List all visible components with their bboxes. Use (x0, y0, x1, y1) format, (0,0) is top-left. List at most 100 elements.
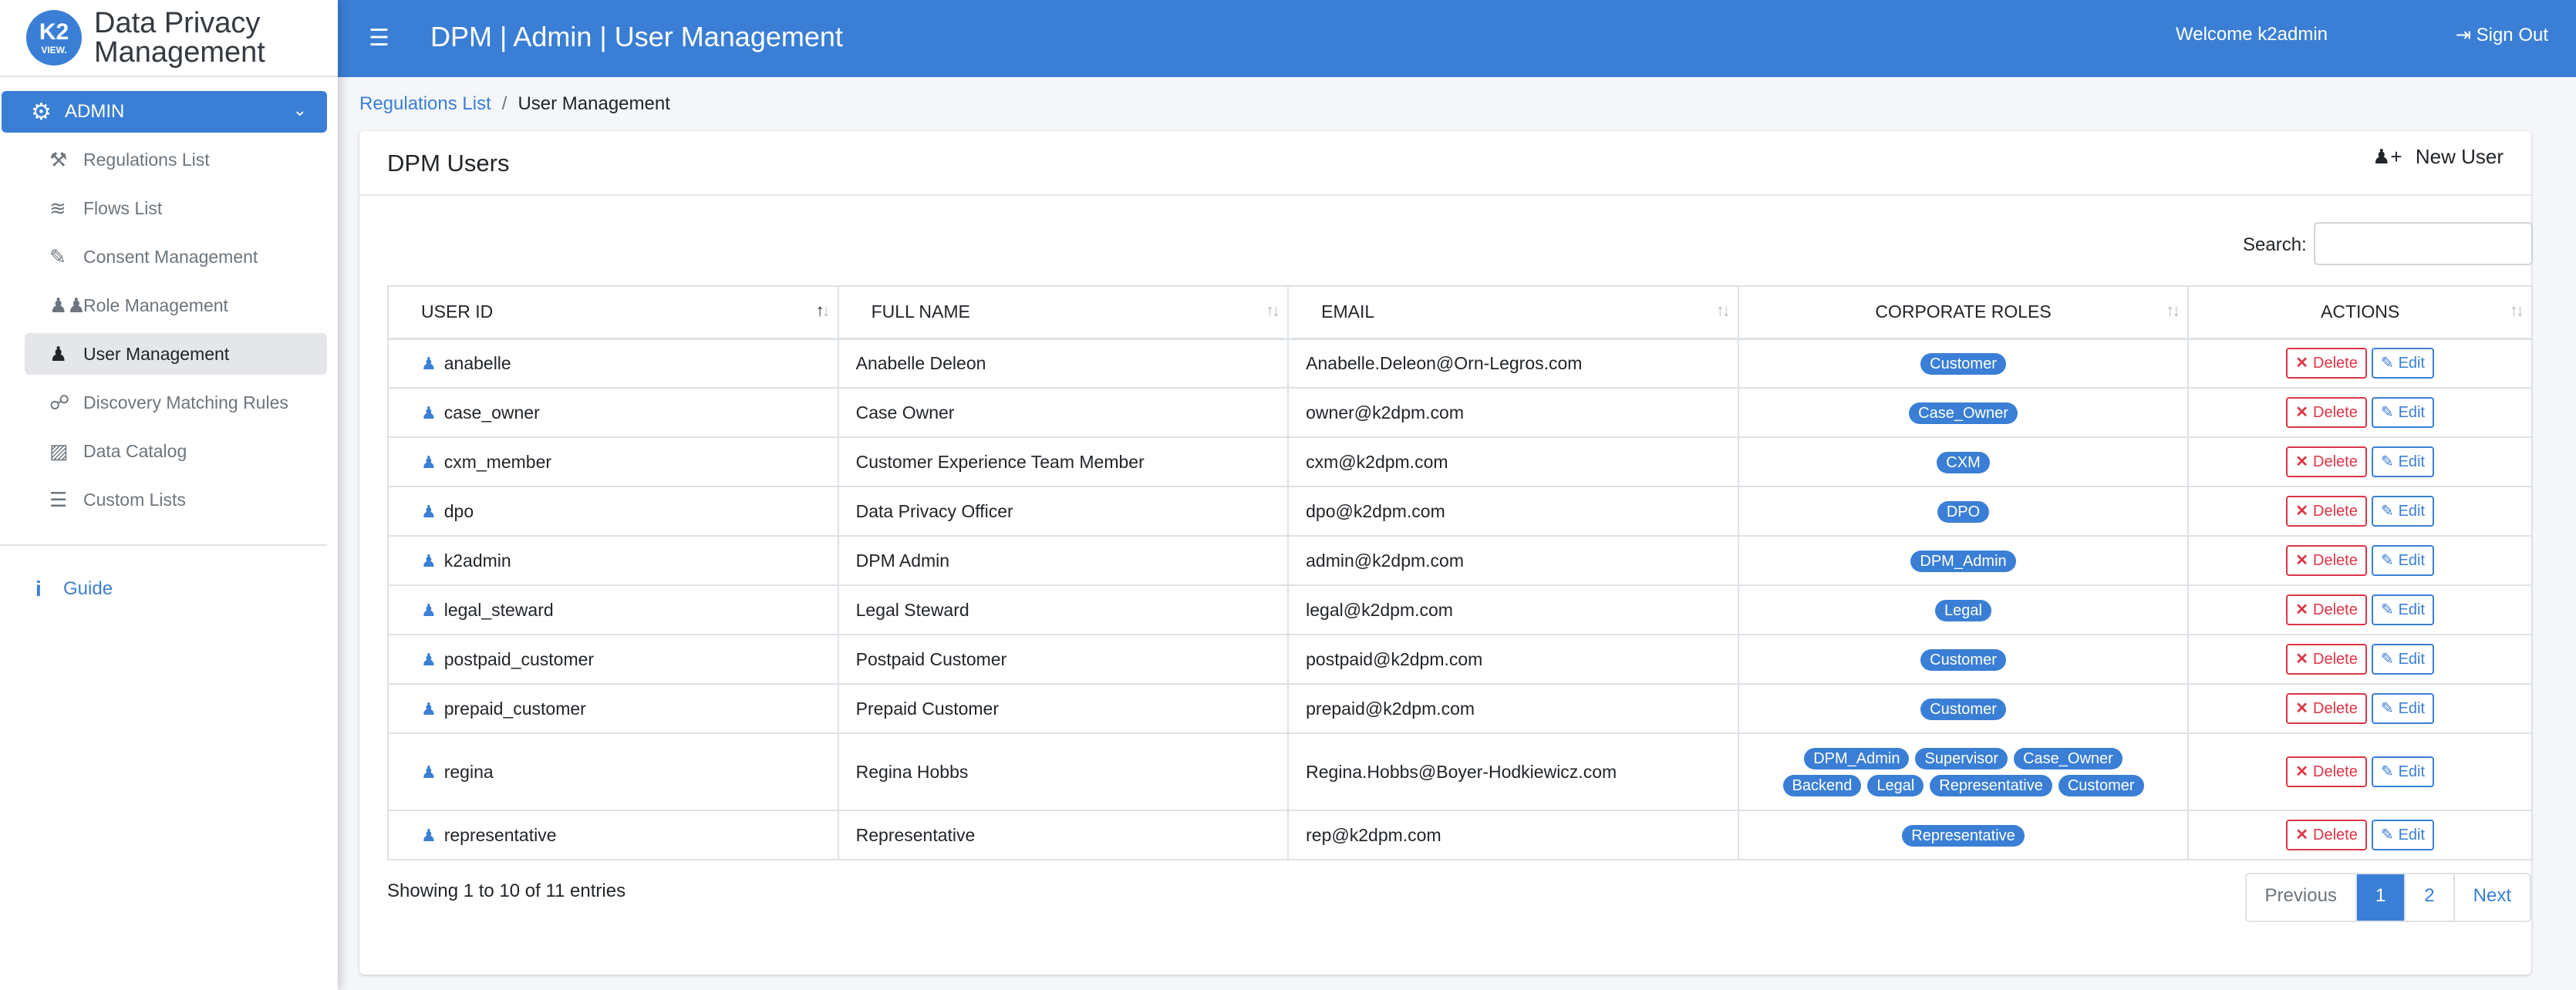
sidebar-item-data-catalog[interactable]: ▨ Data Catalog (25, 430, 327, 472)
role-badge: DPM_Admin (1804, 748, 1910, 769)
column-header-email[interactable]: EMAIL ↑↓ (1287, 285, 1739, 340)
admin-section-toggle[interactable]: ⚙ ADMIN ⌄ (2, 91, 327, 133)
delete-user-button[interactable]: ✕ Delete (2286, 446, 2367, 477)
role-badge: DPM_Admin (1910, 550, 2016, 572)
user-plus-icon: ♟+ (2372, 145, 2402, 168)
edit-icon: ✎ (2380, 404, 2394, 421)
sidebar-item-label: Data Catalog (83, 440, 187, 461)
brand-name: Data Privacy Management (94, 8, 265, 67)
edit-user-button[interactable]: ✎ Edit (2371, 496, 2435, 527)
binoculars-icon: ☍ (49, 390, 70, 414)
delete-user-button[interactable]: ✕ Delete (2286, 348, 2367, 379)
delete-user-button[interactable]: ✕ Delete (2286, 594, 2367, 625)
edit-label: Edit (2398, 601, 2426, 618)
role-badge: Customer (1920, 698, 2006, 720)
guide-link[interactable]: i Guide (35, 577, 113, 601)
table-row: ♟ cxm_member Customer Experience Team Memb… (387, 436, 2533, 487)
edit-user-button[interactable]: ✎ Edit (2371, 545, 2435, 576)
sort-icon: ↑↓ (2166, 301, 2180, 320)
edit-user-button[interactable]: ✎ Edit (2371, 820, 2435, 850)
users-table-body: ♟ anabelle Anabelle Deleon Anabelle.Deleon@… (387, 338, 2533, 860)
sidebar-item-custom-lists[interactable]: ☰ Custom Lists (25, 479, 327, 520)
edit-user-button[interactable]: ✎ Edit (2371, 446, 2435, 477)
role-badge: Customer (1920, 352, 2006, 375)
sidebar-item-discovery-matching-rules[interactable]: ☍ Discovery Matching Rules (25, 382, 327, 423)
pagination-page-1[interactable]: 1 (2355, 874, 2405, 921)
sign-out-label: Sign Out (2476, 25, 2548, 45)
cell-email: dpo@k2dpm.com (1287, 486, 1739, 537)
edit-user-button[interactable]: ✎ Edit (2371, 693, 2435, 724)
cell-full-name: Legal Steward (837, 584, 1290, 635)
breadcrumb-regulations-list[interactable]: Regulations List (359, 93, 491, 114)
column-header-corporate-roles[interactable]: CORPORATE ROLES ↑↓ (1737, 285, 2190, 340)
user-id-text: representative (443, 824, 557, 845)
edit-icon: ✎ (2380, 453, 2394, 470)
sign-out-link[interactable]: ⇥ Sign Out (2456, 24, 2548, 46)
delete-label: Delete (2313, 503, 2358, 520)
sort-icon: ↑↓ (1715, 301, 1731, 320)
delete-user-button[interactable]: ✕ Delete (2286, 496, 2367, 527)
search-input[interactable] (2314, 222, 2533, 265)
edit-user-button[interactable]: ✎ Edit (2371, 756, 2435, 787)
edit-icon: ✎ (2380, 552, 2394, 569)
sidebar-item-label: User Management (83, 343, 230, 364)
sidebar-item-flows-list[interactable]: ≋ Flows List (25, 187, 327, 229)
delete-user-button[interactable]: ✕ Delete (2286, 756, 2367, 787)
edit-user-button[interactable]: ✎ Edit (2371, 348, 2435, 379)
user-id-text: case_owner (443, 402, 540, 423)
users-table: USER ID ↑↓ FULL NAME ↑↓ EMAIL ↑↓ CORPORA… (387, 285, 2533, 860)
pagination-next[interactable]: Next (2453, 874, 2530, 921)
delete-user-button[interactable]: ✕ Delete (2286, 644, 2367, 675)
sidebar-item-regulations-list[interactable]: ⚒ Regulations List (25, 139, 327, 180)
sidebar-item-label: Discovery Matching Rules (83, 392, 288, 412)
edit-label: Edit (2398, 827, 2426, 844)
column-header-full-name[interactable]: FULL NAME ↑↓ (837, 285, 1290, 340)
delete-user-button[interactable]: ✕ Delete (2286, 397, 2367, 428)
cell-email: owner@k2dpm.com (1287, 387, 1739, 438)
logo-main-text: K2 (39, 19, 69, 45)
cell-user-id: ♟ postpaid_customer (387, 634, 839, 685)
sitemap-icon: ▨ (49, 439, 69, 463)
sort-ascending-icon: ↑↓ (815, 301, 831, 320)
user-id-text: k2admin (443, 550, 511, 571)
delete-user-button[interactable]: ✕ Delete (2286, 545, 2367, 576)
delete-label: Delete (2313, 355, 2358, 372)
sidebar-item-role-management[interactable]: ♟♟ Role Management (25, 285, 327, 326)
pagination-previous[interactable]: Previous (2246, 874, 2355, 921)
cell-actions: ✕ Delete ✎ Edit (2187, 683, 2533, 734)
edit-user-button[interactable]: ✎ Edit (2371, 397, 2435, 428)
table-row: ♟ prepaid_customer Prepaid Customer prepaid… (387, 683, 2533, 734)
edit-user-button[interactable]: ✎ Edit (2371, 594, 2435, 625)
sidebar: K2 VIEW. Data Privacy Management ⚙ ADMIN… (0, 0, 338, 990)
user-icon: ♟ (421, 600, 437, 620)
edit-user-button[interactable]: ✎ Edit (2371, 644, 2435, 675)
column-header-actions[interactable]: ACTIONS ↑↓ (2187, 285, 2533, 340)
delete-user-button[interactable]: ✕ Delete (2286, 820, 2367, 850)
table-row: ♟ postpaid_customer Postpaid Customer postp… (387, 634, 2533, 685)
delete-user-button[interactable]: ✕ Delete (2286, 693, 2367, 724)
new-user-label: New User (2415, 145, 2504, 168)
column-header-user-id[interactable]: USER ID ↑↓ (387, 285, 839, 340)
table-row: ♟ case_owner Case Owner owner@k2dpm.com Case… (387, 387, 2533, 438)
new-user-button[interactable]: ♟+ New User (2372, 145, 2504, 169)
cell-full-name: Data Privacy Officer (837, 486, 1290, 537)
sidebar-item-label: Flows List (83, 197, 163, 218)
pagination-page-2[interactable]: 2 (2404, 874, 2453, 921)
cell-user-id: ♟ anabelle (387, 338, 839, 389)
role-badge: Case_Owner (2014, 748, 2123, 769)
user-id-text: postpaid_customer (443, 648, 595, 669)
page-header-title: DPM | Admin | User Management (430, 21, 843, 52)
sidebar-item-user-management[interactable]: ♟ User Management (25, 333, 327, 375)
edit-icon: ✎ (2380, 503, 2394, 520)
user-icon: ♟ (421, 649, 437, 669)
edit-label: Edit (2398, 404, 2426, 421)
cell-user-id: ♟ regina (387, 732, 839, 811)
column-header-label: USER ID (421, 301, 494, 322)
sidebar-item-label: Custom Lists (83, 489, 186, 510)
cell-email: cxm@k2dpm.com (1287, 436, 1739, 487)
hamburger-menu-icon[interactable]: ☰ (369, 25, 389, 52)
close-icon: ✕ (2295, 827, 2308, 844)
cell-actions: ✕ Delete ✎ Edit (2187, 486, 2533, 537)
brand[interactable]: K2 VIEW. Data Privacy Management (0, 0, 338, 77)
sidebar-item-consent-management[interactable]: ✎ Consent Management (25, 236, 327, 278)
